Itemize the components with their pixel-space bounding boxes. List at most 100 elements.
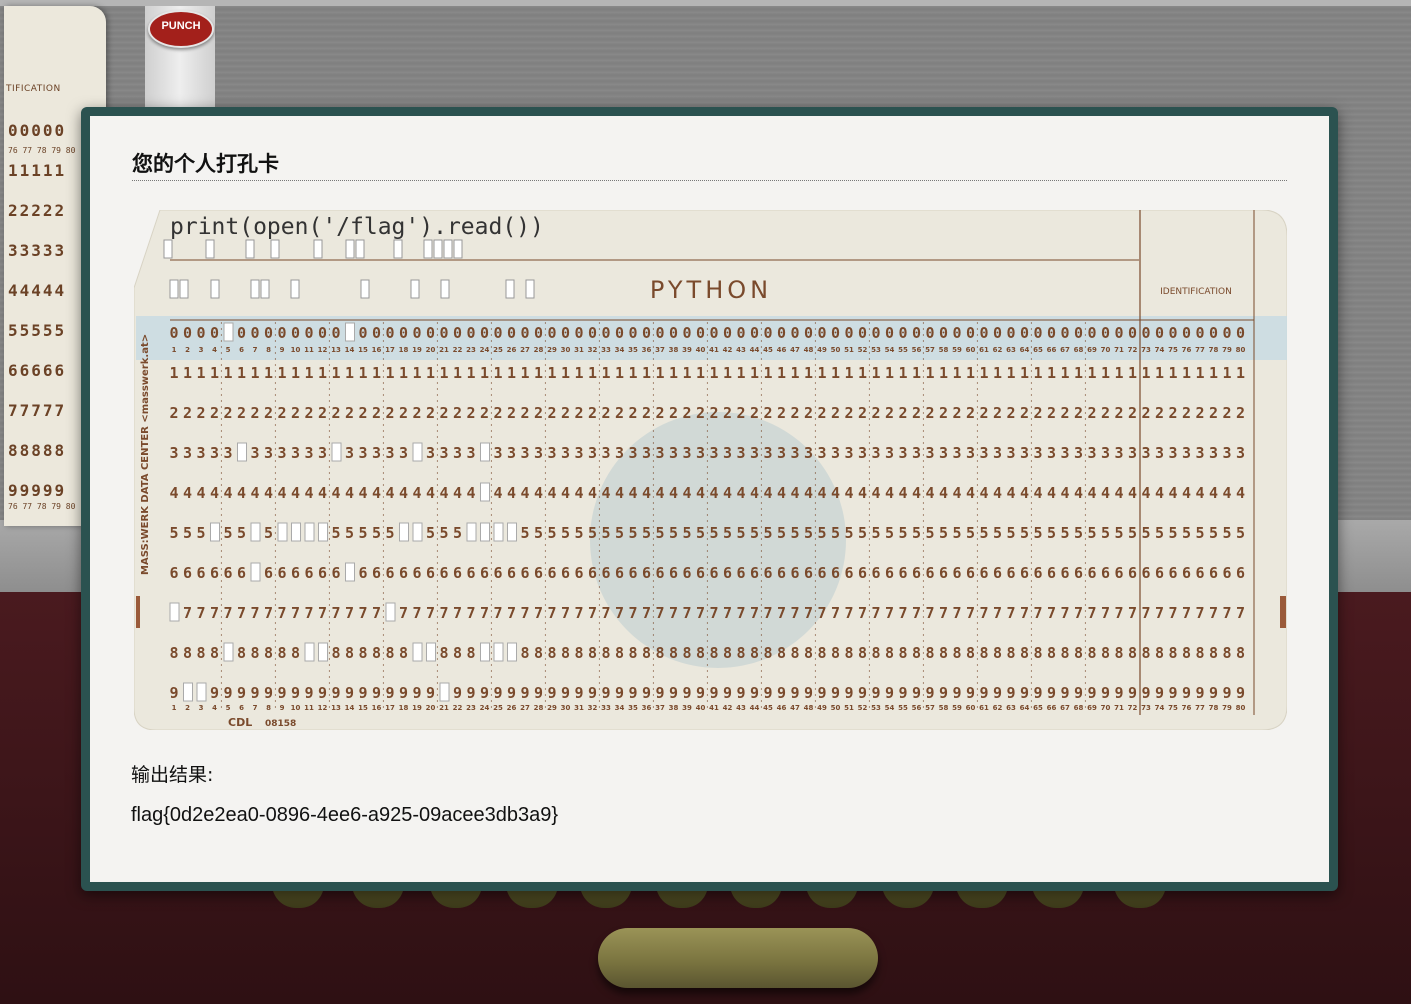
- column-number: 41: [709, 704, 719, 712]
- card-digit: 2: [547, 404, 556, 422]
- column-number: 23: [466, 346, 476, 354]
- card-digit: 4: [966, 484, 975, 502]
- card-digit: 2: [318, 404, 327, 422]
- column-number: 78: [1209, 346, 1219, 354]
- card-digit: 6: [642, 564, 651, 582]
- card-digit: 9: [1114, 684, 1123, 702]
- card-digit: 9: [601, 684, 610, 702]
- card-digit: 2: [1060, 404, 1069, 422]
- card-digit: 2: [763, 404, 772, 422]
- column-number: 5: [226, 704, 231, 712]
- previous-card-row-3: 33333: [8, 241, 67, 260]
- card-digit: 2: [952, 404, 961, 422]
- card-digit: 1: [615, 364, 624, 382]
- card-digit: 6: [979, 564, 988, 582]
- card-digit: 3: [183, 444, 192, 462]
- card-digit: 2: [399, 404, 408, 422]
- card-digit: 9: [952, 684, 961, 702]
- card-digit: 8: [534, 644, 543, 662]
- card-digit: 6: [669, 564, 678, 582]
- space-bar-button[interactable]: [598, 928, 878, 988]
- modal-content: 您的个人打孔卡 print(open('/flag').read()) PYTH…: [90, 116, 1329, 882]
- column-number: 48: [804, 346, 814, 354]
- card-digit: 2: [615, 404, 624, 422]
- card-digit: 9: [345, 684, 354, 702]
- card-digit: 2: [507, 404, 516, 422]
- card-digit: 7: [1222, 604, 1231, 622]
- column-number: 1: [172, 704, 177, 712]
- card-digit: 6: [412, 564, 421, 582]
- punched-hole: [505, 279, 515, 299]
- card-digit: 3: [574, 444, 583, 462]
- card-digit: 6: [939, 564, 948, 582]
- card-digit: 3: [763, 444, 772, 462]
- card-digit: 1: [669, 364, 678, 382]
- card-digit: 8: [466, 644, 475, 662]
- card-digit: 4: [1087, 484, 1096, 502]
- card-digit: 2: [1033, 404, 1042, 422]
- card-digit: 3: [318, 444, 327, 462]
- card-digit: 3: [561, 444, 570, 462]
- column-number: 52: [858, 704, 868, 712]
- card-digit: 3: [345, 444, 354, 462]
- card-digit: 3: [1047, 444, 1056, 462]
- card-digit: 2: [358, 404, 367, 422]
- card-digit: 8: [952, 644, 961, 662]
- punched-hole: [318, 522, 328, 542]
- card-digit: 1: [264, 364, 273, 382]
- card-digit: 7: [844, 604, 853, 622]
- column-number: 34: [615, 346, 625, 354]
- card-digit: 1: [1222, 364, 1231, 382]
- card-digit: 8: [358, 644, 367, 662]
- card-digit: 9: [1060, 684, 1069, 702]
- output-value: flag{0d2e2ea0-0896-4ee6-a925-09acee3db3a…: [131, 804, 559, 826]
- card-digit: 5: [844, 524, 853, 542]
- column-number: 11: [304, 346, 314, 354]
- previous-card-row-5: 55555: [8, 321, 67, 340]
- card-digit: 9: [871, 684, 880, 702]
- card-digit: 3: [1222, 444, 1231, 462]
- punched-hole: [453, 239, 463, 259]
- card-digit: 7: [777, 604, 786, 622]
- column-number: 64: [1020, 346, 1030, 354]
- card-digit: 5: [196, 524, 205, 542]
- punched-hole: [480, 642, 490, 662]
- card-digit: 9: [615, 684, 624, 702]
- punch-button[interactable]: PUNCH: [148, 10, 214, 48]
- column-number: 39: [682, 704, 692, 712]
- card-digit: 6: [277, 564, 286, 582]
- card-digit: 5: [682, 524, 691, 542]
- card-digit: 8: [1128, 644, 1137, 662]
- card-digit: 7: [1195, 604, 1204, 622]
- card-digit: 6: [763, 564, 772, 582]
- column-number: 77: [1195, 346, 1205, 354]
- column-number: 8: [266, 346, 271, 354]
- punched-hole: [410, 279, 420, 299]
- card-digit: 7: [655, 604, 664, 622]
- column-number: 70: [1101, 704, 1111, 712]
- card-digit: 0: [1168, 324, 1177, 342]
- card-digit: 1: [655, 364, 664, 382]
- card-digit: 2: [1209, 404, 1218, 422]
- card-digit: 6: [925, 564, 934, 582]
- card-digit: 5: [817, 524, 826, 542]
- card-digit: 1: [898, 364, 907, 382]
- card-digit: 2: [777, 404, 786, 422]
- column-number: 59: [952, 704, 962, 712]
- card-digit: 2: [426, 404, 435, 422]
- column-number: 59: [952, 346, 962, 354]
- card-digit: 4: [1074, 484, 1083, 502]
- column-number: 43: [736, 704, 746, 712]
- card-digit: 3: [277, 444, 286, 462]
- punch-card-graphic: print(open('/flag').read()) PYTHON IDENT…: [134, 210, 1287, 730]
- column-number: 22: [453, 346, 463, 354]
- card-digit: 3: [1087, 444, 1096, 462]
- column-number: 31: [574, 346, 584, 354]
- card-digit: 1: [1195, 364, 1204, 382]
- card-digit: 9: [588, 684, 597, 702]
- card-digit: 9: [736, 684, 745, 702]
- punch-card-footer-number: 08158: [265, 719, 296, 729]
- column-number: 63: [1006, 704, 1016, 712]
- card-digit: 5: [804, 524, 813, 542]
- punched-hole: [345, 562, 355, 582]
